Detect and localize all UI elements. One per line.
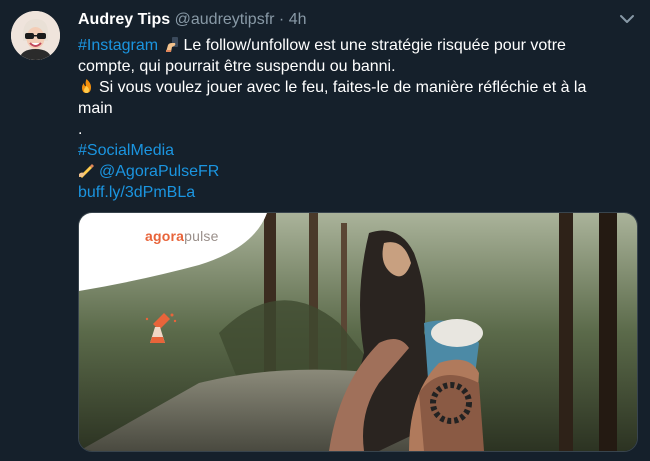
tweet-menu-button[interactable] — [618, 10, 636, 28]
tweet-line: #Instagram Le follow/unfollow est une st… — [78, 35, 634, 56]
writing-hand-emoji-icon — [79, 164, 94, 178]
author-handle[interactable]: @audreytipsfr — [175, 11, 275, 28]
card-image — [79, 213, 637, 451]
brand-agora: agora — [145, 228, 185, 244]
tweet[interactable]: Audrey Tips @audreytipsfr · 4h #Instagra… — [0, 0, 650, 461]
separator-dot: · — [278, 11, 285, 28]
card-brand-logo: agorapulse — [145, 228, 219, 244]
selfie-emoji-icon — [165, 37, 178, 52]
tweet-text-line1: Le follow/unfollow est une stratégie ris… — [183, 37, 566, 54]
brand-pulse: pulse — [184, 228, 219, 244]
author-name[interactable]: Audrey Tips — [78, 11, 170, 28]
link-card[interactable]: agorapulse — [78, 212, 638, 452]
chevron-down-icon — [620, 15, 634, 23]
tweet-text: #Instagram Le follow/unfollow est une st… — [78, 35, 634, 203]
tweet-time[interactable]: 4h — [289, 11, 307, 28]
tweet-text-dot: . — [78, 121, 83, 138]
tweet-text-line2: compte, qui pourrait être suspendu ou ba… — [78, 58, 396, 75]
tweet-header: Audrey Tips @audreytipsfr · 4h — [78, 9, 307, 31]
hashtag-instagram[interactable]: #Instagram — [78, 37, 158, 54]
avatar[interactable] — [11, 11, 60, 60]
mention-agorapulse[interactable]: @AgoraPulseFR — [99, 163, 219, 180]
hashtag-socialmedia[interactable]: #SocialMedia — [78, 140, 634, 161]
short-link[interactable]: buff.ly/3dPmBLa — [78, 182, 634, 203]
tweet-text-line3: Si vous voulez jouer avec le feu, faites… — [99, 79, 587, 96]
tweet-line: Si vous voulez jouer avec le feu, faites… — [78, 77, 634, 98]
avatar-icon — [11, 11, 60, 60]
tweet-line: @AgoraPulseFR — [78, 161, 634, 182]
fire-emoji-icon — [82, 79, 91, 93]
tweet-text-line4: main — [78, 100, 113, 117]
